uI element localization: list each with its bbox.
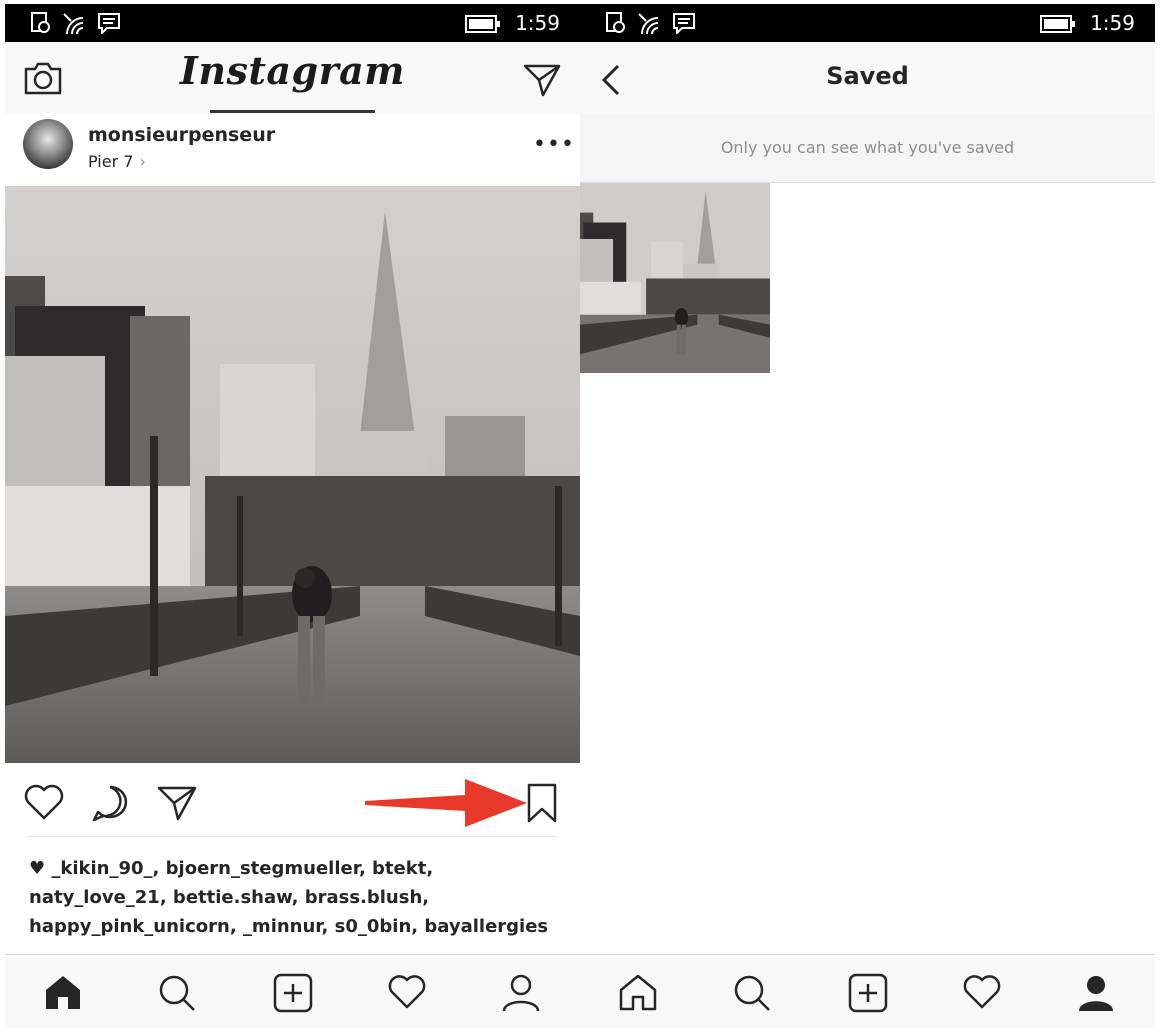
top-bar: Instagram (5, 42, 580, 115)
battery-saver-icon (31, 12, 50, 33)
profile-icon[interactable] (1076, 973, 1116, 1013)
share-icon[interactable] (157, 785, 197, 821)
likes-list[interactable]: ♥ _kikin_90_, bjoern_stegmueller, btekt,… (29, 854, 569, 941)
post-location[interactable]: Pier 7 › (88, 152, 146, 171)
chevron-right-icon: › (139, 152, 146, 171)
message-notification-icon (98, 13, 120, 34)
add-icon[interactable] (273, 973, 313, 1013)
wifi-icon (638, 13, 659, 35)
heart-icon[interactable] (962, 973, 1002, 1011)
saved-screen: 1:59 Saved Only you can see what you've … (580, 4, 1155, 1028)
wifi-icon (63, 13, 84, 35)
post-photo[interactable] (5, 186, 580, 763)
divider (27, 836, 557, 837)
post-header: monsieurpenseur Pier 7 › ••• (5, 114, 580, 186)
more-options-button[interactable]: ••• (533, 132, 575, 157)
message-notification-icon (673, 13, 695, 34)
page-title: Saved (826, 62, 909, 90)
clock: 1:59 (515, 11, 560, 35)
status-bar: 1:59 (580, 4, 1155, 42)
annotation-arrow-icon (365, 779, 527, 827)
logo-underline (210, 110, 375, 113)
add-icon[interactable] (848, 973, 888, 1013)
search-icon[interactable] (732, 973, 772, 1013)
bottom-nav (5, 954, 580, 1028)
home-icon[interactable] (43, 973, 83, 1011)
battery-saver-icon (606, 12, 625, 33)
status-bar: 1:59 (5, 4, 580, 42)
like-heart-icon[interactable] (23, 783, 65, 821)
instagram-logo: Instagram (180, 48, 405, 93)
direct-message-icon[interactable] (523, 63, 561, 97)
location-label: Pier 7 (88, 152, 134, 171)
heart-icon[interactable] (387, 973, 427, 1011)
post-actions (5, 763, 580, 838)
battery-icon (465, 15, 500, 33)
privacy-notice: Only you can see what you've saved (580, 114, 1155, 183)
search-icon[interactable] (157, 973, 197, 1013)
post-username[interactable]: monsieurpenseur (88, 124, 275, 146)
comment-icon[interactable] (90, 783, 130, 823)
saved-post-thumbnail[interactable] (580, 183, 770, 373)
feed-screen: 1:59 Instagram monsieurpenseur Pier 7 › •… (5, 4, 580, 1028)
home-icon[interactable] (618, 973, 658, 1011)
profile-icon[interactable] (501, 973, 541, 1013)
top-bar: Saved (580, 42, 1155, 115)
bottom-nav (580, 954, 1155, 1028)
avatar[interactable] (23, 119, 73, 169)
privacy-notice-text: Only you can see what you've saved (720, 138, 1015, 157)
bookmark-icon[interactable] (525, 783, 559, 823)
clock: 1:59 (1090, 11, 1135, 35)
battery-icon (1040, 15, 1075, 33)
